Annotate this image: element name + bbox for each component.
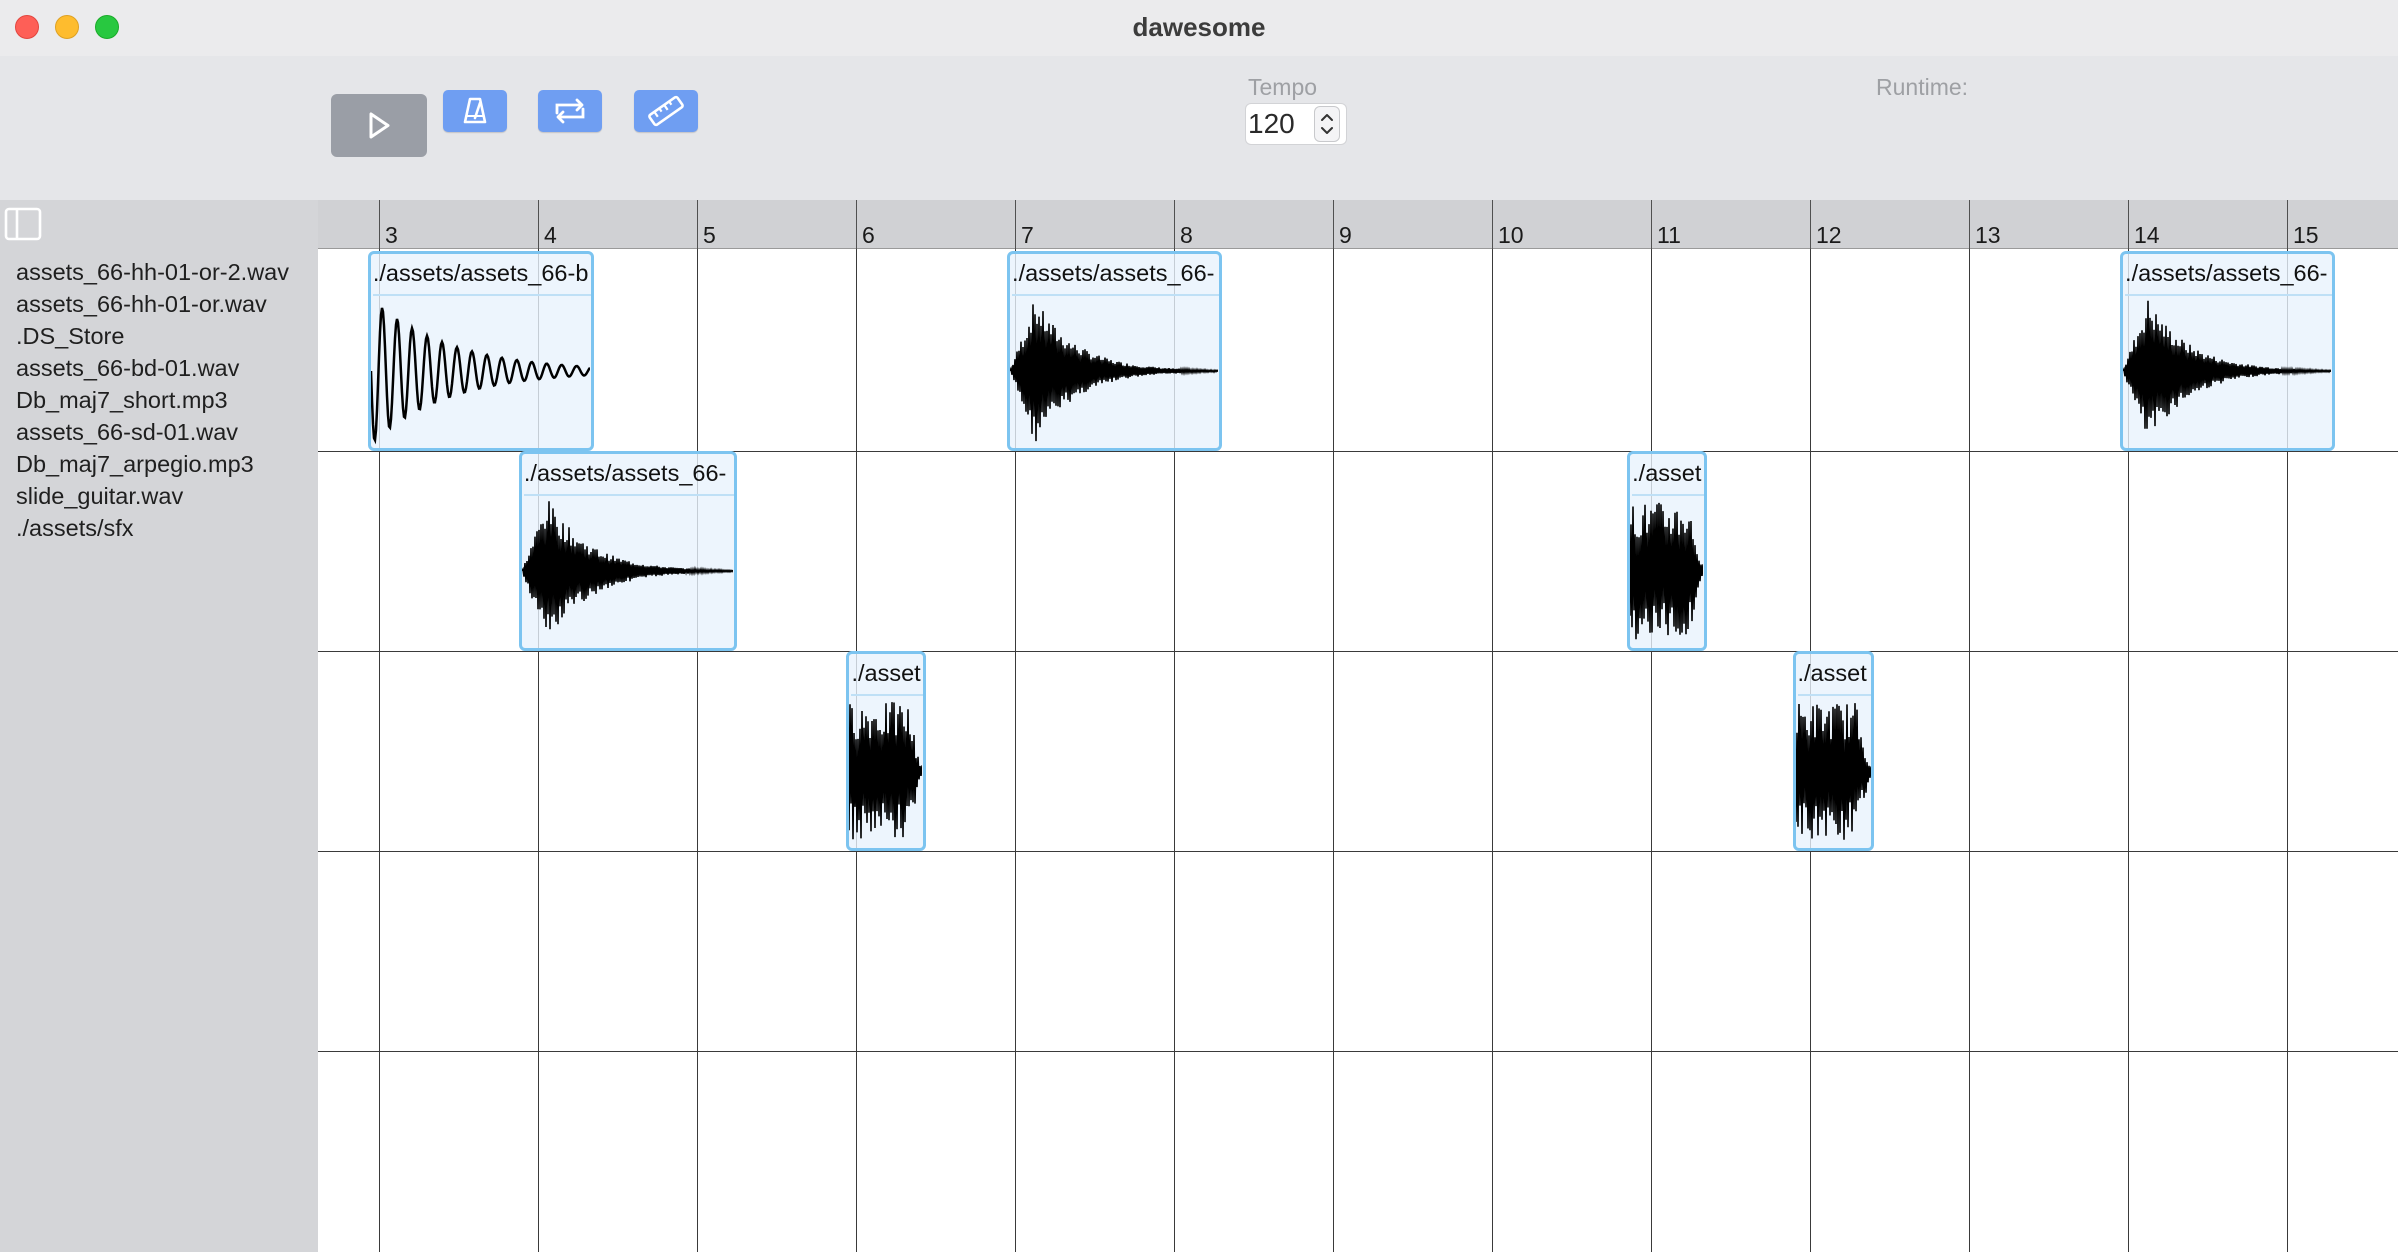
loop-button[interactable]: [538, 90, 602, 132]
audio-clip[interactable]: ./asset: [1792, 651, 1874, 851]
bar-tick: [379, 200, 380, 249]
tempo-label: Tempo: [1248, 74, 1318, 100]
bar-number: 13: [1975, 222, 2001, 248]
file-item[interactable]: assets_66-hh-01-or.wav: [16, 288, 289, 320]
title-bar: dawesome: [0, 0, 2398, 56]
audio-clip[interactable]: ./assets/assets_66-b: [367, 251, 594, 451]
bar-tick: [1015, 200, 1016, 249]
play-button[interactable]: [331, 94, 427, 157]
waveform: [1795, 703, 1871, 840]
audio-clip[interactable]: ./assets/assets_66-: [2120, 251, 2335, 451]
bar-gridline: [697, 249, 698, 1252]
bar-number: 4: [544, 222, 557, 248]
file-item[interactable]: Db_maj7_short.mp3: [16, 384, 289, 416]
file-list: assets_66-hh-01-or-2.wav assets_66-hh-01…: [16, 256, 289, 544]
ruler-icon: [648, 95, 684, 127]
ruler-button[interactable]: [634, 90, 698, 132]
tempo-stepper[interactable]: [1315, 107, 1339, 141]
sidebar-toggle-icon: [4, 207, 42, 241]
bar-tick: [1969, 200, 1970, 249]
track-grid[interactable]: ./assets/assets_66-b ./assets/assets_66-.…: [318, 249, 2398, 1252]
window-title: dawesome: [1132, 12, 1266, 42]
bar-tick: [1333, 200, 1334, 249]
bar-number: 8: [1180, 222, 1193, 248]
runtime-label: Runtime:: [1876, 74, 1969, 100]
bar-tick: [1810, 200, 1811, 249]
bar-number: 14: [2134, 222, 2160, 248]
bar-ruler[interactable]: 3 4 5 6 7 8 9 10 11 12 13 14 15: [318, 200, 2398, 249]
clip-label: ./assets/assets_66-: [2125, 260, 2332, 296]
waveform: [370, 307, 590, 445]
waveform: [521, 501, 733, 630]
clip-label: ./assets/assets_66-: [523, 460, 734, 496]
bar-number: 7: [1021, 222, 1034, 248]
bar-number: 15: [2293, 222, 2319, 248]
clip-label: ./assets/assets_66-b: [372, 260, 591, 296]
file-browser-sidebar: assets_66-hh-01-or-2.wav assets_66-hh-01…: [0, 200, 318, 1252]
track-separator: [318, 1051, 2398, 1052]
stepper-arrows-icon: [1321, 114, 1333, 134]
bar-gridline: [1492, 249, 1493, 1252]
file-item[interactable]: assets_66-sd-01.wav: [16, 416, 289, 448]
timeline-area[interactable]: 3 4 5 6 7 8 9 10 11 12 13 14 15 ./assets/assets_66-b…: [318, 200, 2398, 1252]
track-separator: [318, 851, 2398, 852]
bar-tick: [538, 200, 539, 249]
toolbar: Tempo 120 Runtime:: [0, 56, 2398, 200]
bar-number: 6: [862, 222, 875, 248]
bar-tick: [856, 200, 857, 249]
bar-number: 9: [1339, 222, 1352, 248]
track-separator: [318, 651, 2398, 652]
bar-number: 10: [1498, 222, 1524, 248]
bar-tick: [1651, 200, 1652, 249]
file-item[interactable]: assets_66-bd-01.wav: [16, 352, 289, 384]
file-item[interactable]: .DS_Store: [16, 320, 289, 352]
bar-number: 5: [703, 222, 716, 248]
audio-clip[interactable]: ./asset: [846, 651, 926, 851]
bar-tick: [1174, 200, 1175, 249]
loop-icon: [555, 98, 585, 124]
bar-gridline: [1969, 249, 1970, 1252]
file-item[interactable]: slide_guitar.wav: [16, 480, 289, 512]
metronome-icon: [463, 97, 487, 124]
waveform: [2123, 300, 2332, 429]
metronome-button[interactable]: [443, 90, 507, 132]
bar-number: 11: [1657, 222, 1681, 248]
waveform: [1630, 502, 1704, 640]
bar-gridline: [1333, 249, 1334, 1252]
waveform: [1010, 304, 1219, 442]
tempo-field[interactable]: 120: [1246, 104, 1346, 144]
tempo-input[interactable]: 120: [1248, 108, 1295, 140]
clip-label: ./assets/assets_66-: [1012, 260, 1219, 296]
bar-number: 12: [1816, 222, 1842, 248]
bar-tick: [697, 200, 698, 249]
folder-item[interactable]: ./assets/sfx: [16, 512, 289, 544]
bar-number: 3: [385, 222, 398, 248]
audio-clip[interactable]: ./assets/assets_66-: [518, 451, 737, 651]
bar-tick: [2287, 200, 2288, 249]
audio-clip[interactable]: ./asset: [1627, 451, 1707, 651]
bar-tick: [1492, 200, 1493, 249]
waveform: [849, 702, 923, 840]
sidebar-toggle-button[interactable]: [3, 206, 43, 242]
clip-label: ./asset: [851, 660, 923, 696]
clip-label: ./asset: [1632, 460, 1704, 496]
bar-gridline: [1651, 249, 1652, 1252]
play-icon: [369, 112, 390, 139]
audio-clip[interactable]: ./assets/assets_66-: [1007, 251, 1222, 451]
bar-tick: [2128, 200, 2129, 249]
app-window: dawesome Tempo 120 Runtime: assets_66-hh…: [0, 0, 2398, 1252]
file-item[interactable]: Db_maj7_arpegio.mp3: [16, 448, 289, 480]
clip-label: ./asset: [1797, 660, 1871, 696]
file-item[interactable]: assets_66-hh-01-or-2.wav: [16, 256, 289, 288]
